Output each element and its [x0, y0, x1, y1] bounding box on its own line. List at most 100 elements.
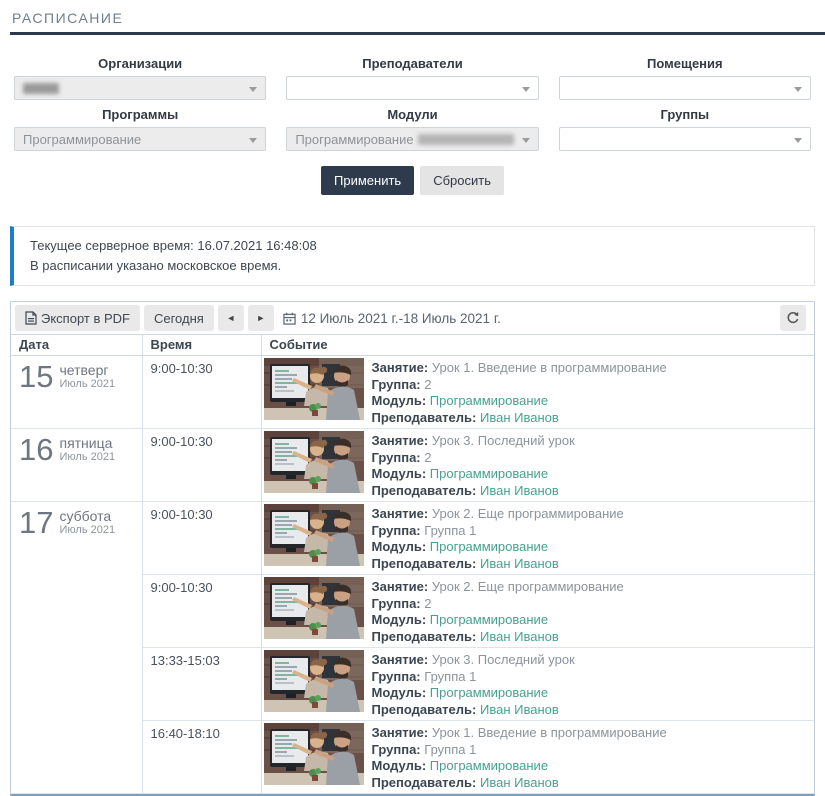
reset-button[interactable]: Сбросить	[420, 166, 504, 195]
date-cell: 17 суббота Июль 2021	[11, 502, 142, 794]
event-lesson-label: Занятие:	[372, 360, 429, 375]
event-group-label: Группа:	[372, 669, 421, 684]
event-group-value: 2	[424, 450, 431, 465]
event-teacher-link[interactable]: Иван Иванов	[480, 702, 559, 717]
apply-button[interactable]: Применить	[321, 166, 414, 195]
event-group-label: Группа:	[372, 742, 421, 757]
time-cell: 9:00-10:30	[142, 429, 261, 502]
chevron-down-icon	[794, 138, 802, 143]
teachers-select[interactable]	[286, 76, 538, 100]
date-month: Июль 2021	[59, 451, 115, 463]
event-lesson-label: Занятие:	[372, 433, 429, 448]
chevron-down-icon	[522, 87, 530, 92]
date-cell: 16 пятница Июль 2021	[11, 429, 142, 502]
event-teacher-link[interactable]: Иван Иванов	[480, 629, 559, 644]
prev-week-button[interactable]: ◄	[218, 305, 244, 331]
filter-teachers-label: Преподаватели	[286, 56, 538, 71]
time-cell: 9:00-10:30	[142, 356, 261, 429]
event-lesson-value: Урок 3. Последний урок	[432, 652, 575, 667]
event-photo	[264, 431, 364, 493]
event-module-label: Модуль:	[372, 685, 427, 700]
event-group-value: 2	[424, 596, 431, 611]
event-teacher-link[interactable]: Иван Иванов	[480, 410, 559, 425]
today-button[interactable]: Сегодня	[144, 305, 214, 331]
chevron-down-icon	[249, 138, 257, 143]
date-weekday: суббота	[59, 509, 115, 524]
groups-select[interactable]	[559, 127, 811, 151]
event-group-label: Группа:	[372, 523, 421, 538]
event-module-link[interactable]: Программирование	[430, 539, 548, 554]
filter-teachers: Преподаватели	[286, 56, 538, 100]
event-lesson-value: Урок 1. Введение в программирование	[432, 725, 667, 740]
filter-groups: Группы	[559, 107, 811, 151]
column-header-event: Событие	[261, 335, 814, 356]
event-cell: Занятие: Урок 2. Еще программирование Гр…	[261, 502, 814, 575]
event-teacher-link[interactable]: Иван Иванов	[480, 483, 559, 498]
event-module-link[interactable]: Программирование	[430, 612, 548, 627]
event-cell: Занятие: Урок 3. Последний урок Группа: …	[261, 429, 814, 502]
event-lesson-label: Занятие:	[372, 652, 429, 667]
event-module-link[interactable]: Программирование	[430, 685, 548, 700]
time-cell: 9:00-10:30	[142, 575, 261, 648]
event-teacher-label: Преподаватель:	[372, 410, 477, 425]
chevron-down-icon	[249, 87, 257, 92]
date-day: 15	[19, 360, 53, 394]
event-group-label: Группа:	[372, 596, 421, 611]
column-header-date: Дата	[11, 335, 142, 356]
date-day: 17	[19, 506, 53, 540]
filter-modules-label: Модули	[286, 107, 538, 122]
chevron-down-icon	[794, 87, 802, 92]
event-photo	[264, 358, 364, 420]
event-module-label: Модуль:	[372, 758, 427, 773]
time-cell: 9:00-10:30	[142, 502, 261, 575]
page-title: РАСПИСАНИЕ	[12, 10, 815, 26]
schedule-page: РАСПИСАНИЕ Организации Преподаватели Пом…	[0, 10, 825, 752]
filter-programs-label: Программы	[14, 107, 266, 122]
event-photo	[264, 650, 364, 712]
filter-groups-label: Группы	[559, 107, 811, 122]
event-module-label: Модуль:	[372, 466, 427, 481]
modules-select[interactable]: Программирование	[286, 127, 538, 151]
event-lesson-value: Урок 2. Еще программирование	[432, 579, 624, 594]
event-group-label: Группа:	[372, 450, 421, 465]
rooms-select[interactable]	[559, 76, 811, 100]
filter-organizations-label: Организации	[14, 56, 266, 71]
title-divider	[10, 32, 825, 35]
event-teacher-label: Преподаватель:	[372, 629, 477, 644]
organizations-select[interactable]	[14, 76, 266, 100]
event-cell: Занятие: Урок 2. Еще программирование Гр…	[261, 575, 814, 648]
next-week-button[interactable]: ►	[248, 305, 274, 331]
date-range-label: 12 Июль 2021 г.-18 Июль 2021 г.	[301, 311, 501, 326]
event-lesson-label: Занятие:	[372, 725, 429, 740]
filter-rooms-label: Помещения	[559, 56, 811, 71]
event-photo	[264, 504, 364, 566]
export-pdf-button[interactable]: Экспорт в PDF	[15, 305, 140, 331]
timezone-line: В расписании указано московское время.	[30, 256, 798, 276]
event-group-label: Группа:	[372, 377, 421, 392]
pdf-icon	[25, 311, 37, 325]
event-module-link[interactable]: Программирование	[430, 466, 548, 481]
refresh-icon	[786, 311, 800, 325]
filter-modules: Модули Программирование	[286, 107, 538, 151]
schedule-widget: Экспорт в PDF Сегодня ◄ ► 12 Июль 2021 г…	[10, 301, 815, 796]
programs-select[interactable]: Программирование	[14, 127, 266, 151]
event-cell: Занятие: Урок 3. Последний урок Группа: …	[261, 648, 814, 721]
table-header-row: Дата Время Событие	[11, 335, 814, 356]
event-module-link[interactable]: Программирование	[430, 758, 548, 773]
event-teacher-link[interactable]: Иван Иванов	[480, 556, 559, 571]
event-module-link[interactable]: Программирование	[430, 393, 548, 408]
event-module-label: Модуль:	[372, 539, 427, 554]
event-teacher-label: Преподаватель:	[372, 775, 477, 790]
schedule-table: Дата Время Событие 15 четверг Июль 2021	[11, 335, 814, 794]
event-lesson-value: Урок 3. Последний урок	[432, 433, 575, 448]
event-cell: Занятие: Урок 1. Введение в программиров…	[261, 721, 814, 794]
filter-programs: Программы Программирование	[14, 107, 266, 151]
refresh-button[interactable]	[780, 305, 806, 331]
date-month: Июль 2021	[59, 378, 115, 390]
table-row: 17 суббота Июль 2021 9:00-10:30 За	[11, 502, 814, 575]
event-group-value: 2	[424, 377, 431, 392]
date-month: Июль 2021	[59, 524, 115, 536]
date-weekday: пятница	[59, 436, 115, 451]
redacted-value	[23, 83, 59, 94]
event-teacher-link[interactable]: Иван Иванов	[480, 775, 559, 790]
